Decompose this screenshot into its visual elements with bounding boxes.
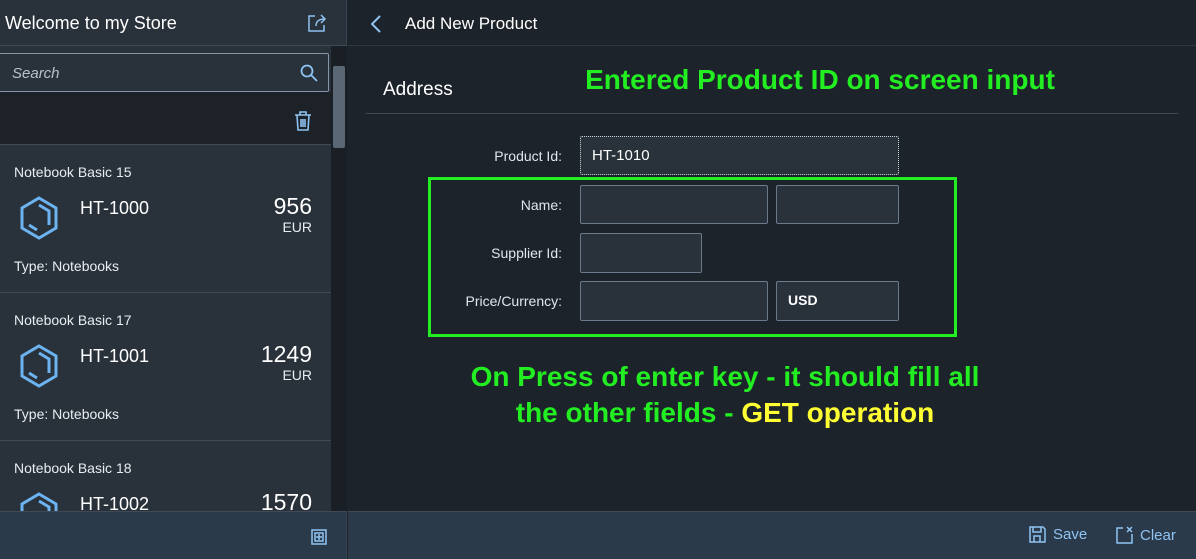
- scrollbar-thumb[interactable]: [333, 66, 345, 148]
- product-icon: [20, 344, 58, 388]
- annotation-top: Entered Product ID on screen input: [585, 64, 1055, 95]
- product-name: Notebook Basic 18: [14, 460, 132, 476]
- master-footer: [0, 511, 347, 559]
- section-title: Address: [383, 79, 453, 100]
- list-item[interactable]: Notebook Basic 15 HT-1000 956 EUR Type: …: [0, 145, 331, 293]
- annotation-highlight: GET operation: [741, 397, 935, 428]
- product-price: 1249: [260, 341, 312, 367]
- share-icon[interactable]: [308, 14, 328, 32]
- product-icon: [20, 196, 58, 240]
- product-id-input[interactable]: HT-1010: [580, 136, 899, 175]
- product-type: Type: Notebooks: [14, 258, 120, 274]
- annotation-line1: On Press of enter key - it should fill a…: [470, 361, 980, 392]
- product-currency: EUR: [282, 219, 312, 235]
- list-item[interactable]: Notebook Basic 18 HT-1002 1570: [0, 441, 331, 511]
- back-icon[interactable]: [370, 15, 382, 33]
- master-header: Welcome to my Store: [0, 0, 347, 46]
- product-currency: EUR: [282, 367, 312, 383]
- product-name: Notebook Basic 15: [14, 164, 132, 180]
- page-title: Add New Product: [405, 14, 538, 33]
- product-id: HT-1000: [80, 198, 150, 218]
- search-input[interactable]: Search: [0, 53, 329, 92]
- search-placeholder: Search: [12, 65, 60, 82]
- product-id-label: Product Id:: [494, 148, 562, 164]
- annotation-line2: the other fields - GET operation: [400, 397, 1050, 429]
- clear-icon: [1116, 526, 1133, 544]
- clear-button[interactable]: Clear: [1116, 526, 1176, 544]
- product-price: 956: [273, 193, 312, 219]
- list-toolbar: [0, 92, 331, 145]
- detail-header: Add New Product: [348, 0, 1196, 46]
- product-name: Notebook Basic 17: [14, 312, 132, 328]
- product-id: HT-1002: [80, 494, 150, 511]
- save-button[interactable]: Save: [1029, 526, 1087, 543]
- annotation-line2-text: the other fields -: [515, 397, 742, 428]
- product-icon: [20, 492, 58, 511]
- product-id: HT-1001: [80, 346, 150, 366]
- list-item[interactable]: Notebook Basic 17 HT-1001 1249 EUR Type:…: [0, 293, 331, 441]
- store-title: Welcome to my Store: [5, 13, 177, 33]
- search-icon[interactable]: [300, 64, 318, 82]
- product-type: Type: Notebooks: [14, 406, 120, 422]
- add-icon[interactable]: [311, 529, 327, 545]
- product-price: 1570: [260, 489, 312, 511]
- clear-label: Clear: [1140, 526, 1176, 544]
- save-icon: [1029, 526, 1046, 543]
- save-label: Save: [1053, 526, 1088, 543]
- master-panel: Welcome to my Store Search Notebook Basi…: [0, 0, 347, 511]
- divider: [366, 113, 1178, 114]
- annotation-box: [428, 177, 957, 337]
- delete-icon[interactable]: [294, 111, 312, 131]
